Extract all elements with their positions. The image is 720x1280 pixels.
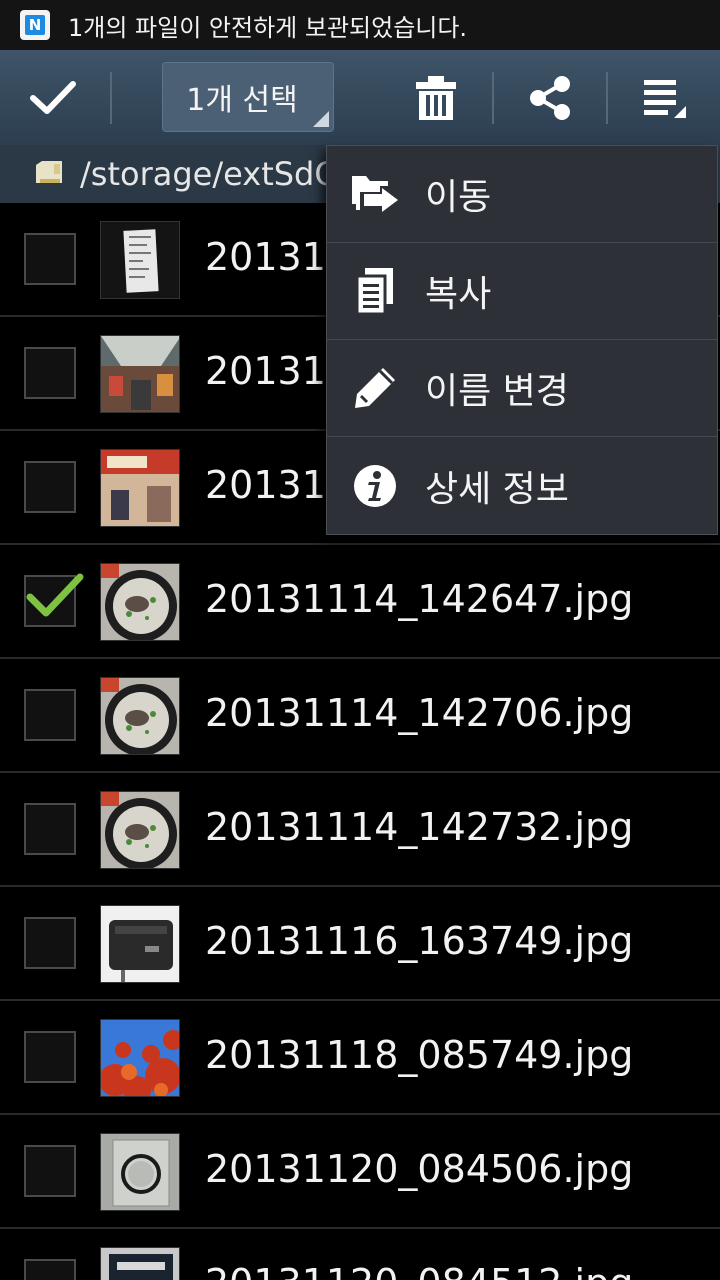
share-icon bbox=[530, 75, 570, 120]
menu-item-label: 복사 bbox=[425, 274, 492, 315]
checkmark-icon bbox=[30, 80, 76, 114]
file-checkbox[interactable] bbox=[24, 689, 76, 741]
file-checkbox[interactable] bbox=[24, 1031, 76, 1083]
menu-item-label: 상세 정보 bbox=[425, 468, 569, 510]
file-thumbnail bbox=[100, 563, 180, 641]
file-thumbnail bbox=[100, 449, 180, 527]
file-thumbnail bbox=[100, 1019, 180, 1097]
file-row[interactable]: 20131120_084506.jpg bbox=[0, 1115, 720, 1229]
file-thumbnail bbox=[100, 335, 180, 413]
menu-item-rename[interactable]: 이름 변경 bbox=[327, 340, 717, 437]
pencil-icon bbox=[349, 362, 401, 414]
menu-item-label: 이동 bbox=[425, 177, 492, 218]
file-checkbox[interactable] bbox=[24, 347, 76, 399]
file-thumbnail bbox=[100, 677, 180, 755]
file-thumbnail bbox=[100, 905, 180, 983]
action-bar: 1개 선택 bbox=[0, 50, 720, 145]
selection-count-label: 1개 선택 bbox=[186, 83, 298, 118]
file-thumbnail bbox=[100, 221, 180, 299]
file-row[interactable]: 20131118_085749.jpg bbox=[0, 1001, 720, 1115]
file-name: 20131118_085749.jpg bbox=[205, 1033, 634, 1077]
file-name: 20131116_163749.jpg bbox=[205, 919, 634, 963]
file-name: 20131120_084512.jpg bbox=[205, 1261, 633, 1280]
divider bbox=[606, 72, 608, 124]
move-folder-icon bbox=[349, 168, 401, 220]
file-checkbox[interactable] bbox=[24, 1145, 76, 1197]
file-checkbox[interactable] bbox=[24, 803, 76, 855]
sd-card-icon bbox=[36, 161, 62, 183]
file-checkbox[interactable] bbox=[24, 233, 76, 285]
file-thumbnail bbox=[100, 1133, 180, 1211]
file-thumbnail bbox=[100, 791, 180, 869]
copy-icon bbox=[349, 265, 401, 317]
file-row[interactable]: 20131120_084512.jpg bbox=[0, 1229, 720, 1280]
app-notification-icon: N bbox=[20, 10, 50, 40]
done-button[interactable] bbox=[0, 50, 106, 145]
file-checkbox[interactable] bbox=[24, 461, 76, 513]
trash-icon bbox=[416, 75, 456, 120]
menu-item-move[interactable]: 이동 bbox=[327, 146, 717, 243]
file-checkbox[interactable] bbox=[24, 573, 84, 627]
menu-item-copy[interactable]: 복사 bbox=[327, 243, 717, 340]
file-thumbnail bbox=[100, 1247, 180, 1280]
file-name: 20131114_142732.jpg bbox=[205, 805, 634, 849]
file-row[interactable]: 20131114_142706.jpg bbox=[0, 659, 720, 773]
notification-text: 1개의 파일이 안전하게 보관되었습니다. bbox=[68, 13, 468, 42]
file-name: 20131114_142647.jpg bbox=[205, 577, 634, 621]
delete-button[interactable] bbox=[396, 50, 476, 145]
divider bbox=[492, 72, 494, 124]
file-row[interactable]: 20131114_142647.jpg bbox=[0, 545, 720, 659]
menu-icon bbox=[644, 79, 686, 118]
file-name: 20131120_084506.jpg bbox=[205, 1147, 634, 1191]
menu-item-details[interactable]: 상세 정보 bbox=[327, 437, 717, 534]
share-button[interactable] bbox=[510, 50, 590, 145]
file-checkbox[interactable] bbox=[24, 917, 76, 969]
overflow-menu-button[interactable] bbox=[625, 50, 705, 145]
menu-item-label: 이름 변경 bbox=[425, 371, 569, 412]
checkmark-icon bbox=[26, 573, 84, 617]
dropdown-corner-icon bbox=[313, 111, 329, 127]
file-row[interactable]: 20131116_163749.jpg bbox=[0, 887, 720, 1001]
status-bar: N 1개의 파일이 안전하게 보관되었습니다. bbox=[0, 0, 720, 50]
divider bbox=[110, 72, 112, 124]
file-name: 20131114_142706.jpg bbox=[205, 691, 634, 735]
context-menu: 이동 복사 이름 변경 상세 정보 bbox=[326, 145, 718, 535]
selection-dropdown[interactable]: 1개 선택 bbox=[162, 62, 334, 132]
file-row[interactable]: 20131114_142732.jpg bbox=[0, 773, 720, 887]
file-checkbox[interactable] bbox=[24, 1259, 76, 1280]
info-icon bbox=[349, 460, 401, 512]
